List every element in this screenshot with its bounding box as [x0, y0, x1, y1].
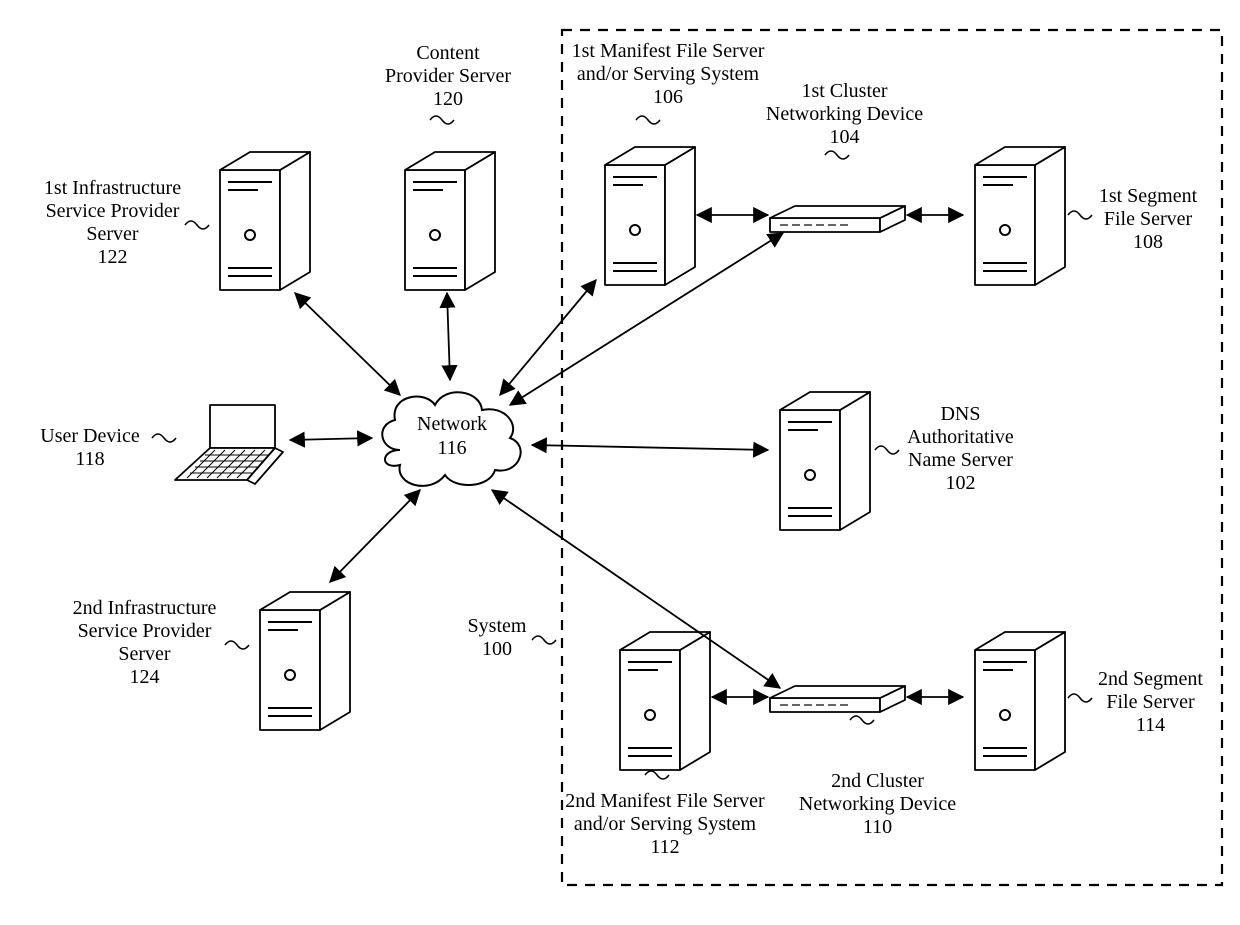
- label-content-provider: Content Provider Server 120: [368, 42, 528, 111]
- edge-infra2-network: [330, 490, 420, 582]
- svg-text:116: 116: [437, 437, 466, 459]
- label-segment1: 1st Segment File Server 108: [1088, 185, 1208, 254]
- label-infra1: 1st Infrastructure Service Provider Serv…: [35, 177, 190, 269]
- label-dns: DNS Authoritative Name Server 102: [893, 403, 1028, 495]
- label-manifest2: 2nd Manifest File Server and/or Serving …: [555, 790, 775, 859]
- label-infra2: 2nd Infrastructure Service Provider Serv…: [62, 597, 227, 689]
- leader-manifest2: [645, 771, 669, 779]
- segment1-server-icon: [975, 147, 1065, 285]
- manifest1-server-icon: [605, 147, 695, 285]
- content-provider-server-icon: [405, 152, 495, 290]
- edge-infra1-network: [295, 293, 400, 395]
- leader-cluster1: [825, 151, 849, 159]
- diagram-canvas: Network 116: [0, 0, 1240, 925]
- infra2-server-icon: [260, 592, 350, 730]
- label-cluster1: 1st Cluster Networking Device 104: [752, 80, 937, 149]
- edge-manifest1-network: [500, 280, 596, 395]
- edge-content-network: [447, 293, 450, 380]
- network-cloud: Network 116: [382, 392, 520, 486]
- svg-text:Network: Network: [417, 413, 487, 435]
- label-user-device: User Device 118: [30, 425, 150, 471]
- cluster1-switch-icon: [770, 206, 905, 232]
- label-manifest1: 1st Manifest File Server and/or Serving …: [563, 40, 773, 109]
- label-cluster2: 2nd Cluster Networking Device 110: [785, 770, 970, 839]
- user-device-icon: [175, 405, 283, 484]
- leader-manifest1: [636, 116, 660, 124]
- leader-content: [430, 116, 454, 124]
- leader-user: [152, 434, 176, 442]
- edge-user-network: [290, 438, 372, 440]
- label-system: System 100: [452, 615, 542, 661]
- leader-cluster2: [850, 716, 874, 724]
- manifest2-server-icon: [620, 632, 710, 770]
- label-segment2: 2nd Segment File Server 114: [1088, 668, 1213, 737]
- cluster2-switch-icon: [770, 686, 905, 712]
- leader-infra2: [225, 641, 249, 649]
- infra1-server-icon: [220, 152, 310, 290]
- edge-dns-network: [532, 445, 768, 450]
- dns-server-icon: [780, 392, 870, 530]
- segment2-server-icon: [975, 632, 1065, 770]
